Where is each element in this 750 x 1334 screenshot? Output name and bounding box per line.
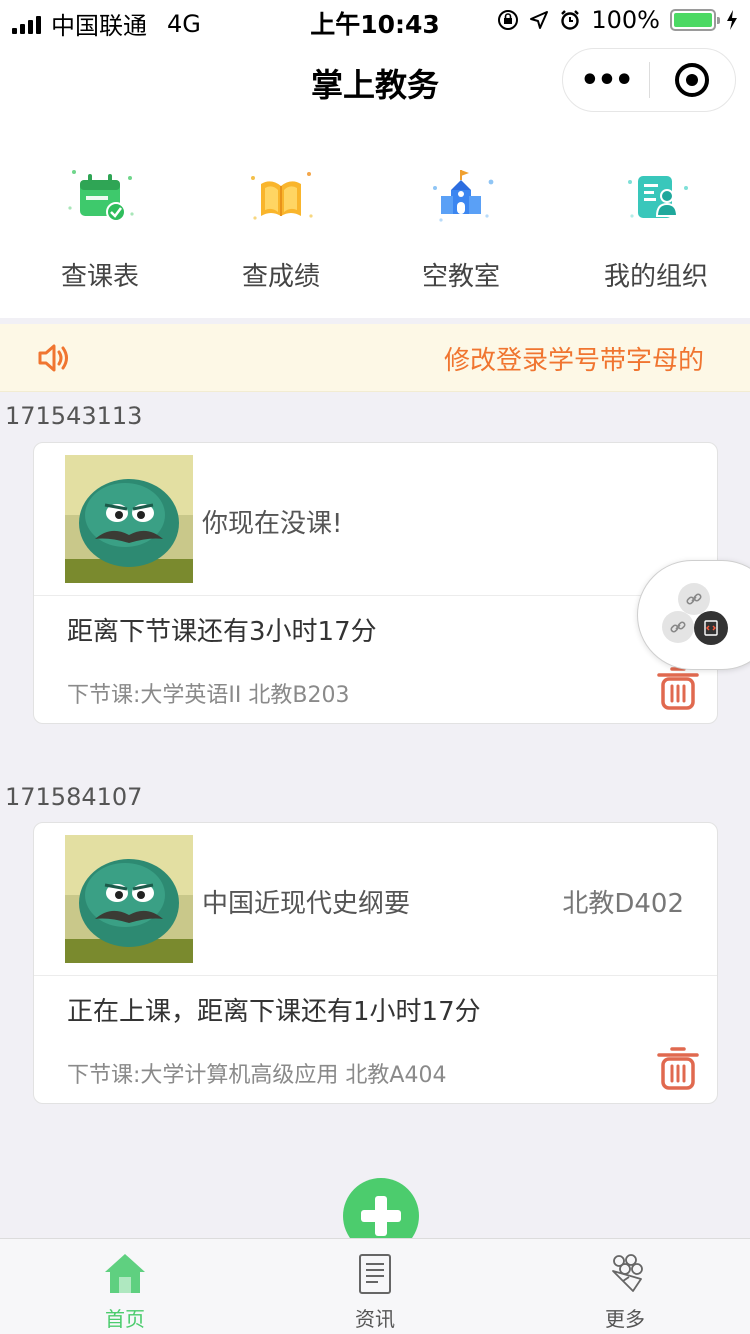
tab-label: 更多 [605, 1307, 645, 1331]
location-icon [530, 11, 549, 29]
battery-percent: 100% [591, 6, 660, 34]
link-icon[interactable] [662, 611, 694, 643]
trash-icon[interactable] [656, 1045, 700, 1091]
school-building-icon [421, 158, 501, 238]
grid-item-empty-classroom[interactable]: 空教室 [371, 158, 551, 293]
link-icon[interactable] [678, 583, 710, 615]
floating-dev-widget[interactable] [637, 560, 750, 670]
close-mini-program-button[interactable] [650, 63, 735, 97]
grid-item-schedule[interactable]: 查课表 [10, 158, 190, 293]
status-right: 100% [497, 6, 738, 34]
open-book-icon [241, 158, 321, 238]
target-icon [675, 63, 710, 97]
tab-label: 首页 [105, 1307, 145, 1331]
notice-bar[interactable]: 修改登录学号带字母的 [0, 324, 750, 392]
status-bar: 中国联通 4G 上午10:43 100% [0, 0, 750, 40]
next-class-text: 下节课:大学计算机高级应用 北教A404 [67, 1063, 447, 1088]
grid-item-grades[interactable]: 查成绩 [191, 158, 371, 293]
student-id: 171584107 [5, 783, 143, 811]
mini-program-capsule: ••• [562, 48, 736, 112]
avatar [65, 835, 193, 963]
course-name: 中国近现代史纲要 [202, 889, 411, 919]
tab-news[interactable]: 资讯 [250, 1249, 500, 1332]
tab-more[interactable]: 更多 [500, 1249, 750, 1332]
next-class-text: 下节课:大学英语II 北教B203 [67, 683, 350, 708]
charging-icon [727, 10, 737, 30]
code-editor-icon[interactable] [694, 611, 728, 645]
rotation-lock-icon [498, 10, 519, 30]
more-options-button[interactable]: ••• [563, 63, 649, 98]
card-header: 你现在没课! [34, 443, 717, 596]
tab-bar: 首页 资讯 更多 [0, 1238, 750, 1334]
alarm-icon [561, 10, 580, 30]
classroom-label: 北教D402 [562, 889, 684, 919]
schedule-card[interactable]: 中国近现代史纲要 北教D402 正在上课，距离下课还有1小时17分 下节课:大学… [33, 822, 718, 1104]
trash-icon[interactable] [656, 665, 700, 711]
grid-item-label: 空教室 [421, 262, 500, 292]
calendar-check-icon [60, 158, 140, 238]
more-dots-icon: ••• [580, 62, 634, 98]
nav-bar: 掌上教务 ••• [0, 40, 750, 128]
class-status-message: 你现在没课! [202, 509, 343, 539]
battery-icon [670, 9, 720, 31]
tab-label: 资讯 [355, 1307, 395, 1331]
grid-item-label: 查课表 [60, 262, 139, 292]
function-grid: 查课表 查成绩 空教室 我的组织 [0, 128, 750, 318]
avatar [65, 455, 193, 583]
notice-text: 修改登录学号带字母的 [444, 346, 705, 376]
member-card-icon [616, 158, 696, 238]
news-icon [359, 1254, 391, 1294]
grid-item-label: 查成绩 [241, 262, 320, 292]
speaker-icon [38, 344, 68, 372]
student-id: 171543113 [5, 402, 143, 430]
schedule-card[interactable]: 你现在没课! 距离下节课还有3小时17分 下节课:大学英语II 北教B203 [33, 442, 718, 724]
tab-home[interactable]: 首页 [0, 1249, 250, 1332]
countdown-text: 距离下节课还有3小时17分 [67, 617, 377, 647]
countdown-text: 正在上课，距离下课还有1小时17分 [67, 997, 481, 1027]
card-header: 中国近现代史纲要 北教D402 [34, 823, 717, 976]
bouquet-icon [612, 1254, 643, 1292]
home-icon [105, 1254, 145, 1293]
grid-item-label: 我的组织 [603, 262, 708, 292]
grid-item-my-organization[interactable]: 我的组织 [566, 158, 746, 293]
